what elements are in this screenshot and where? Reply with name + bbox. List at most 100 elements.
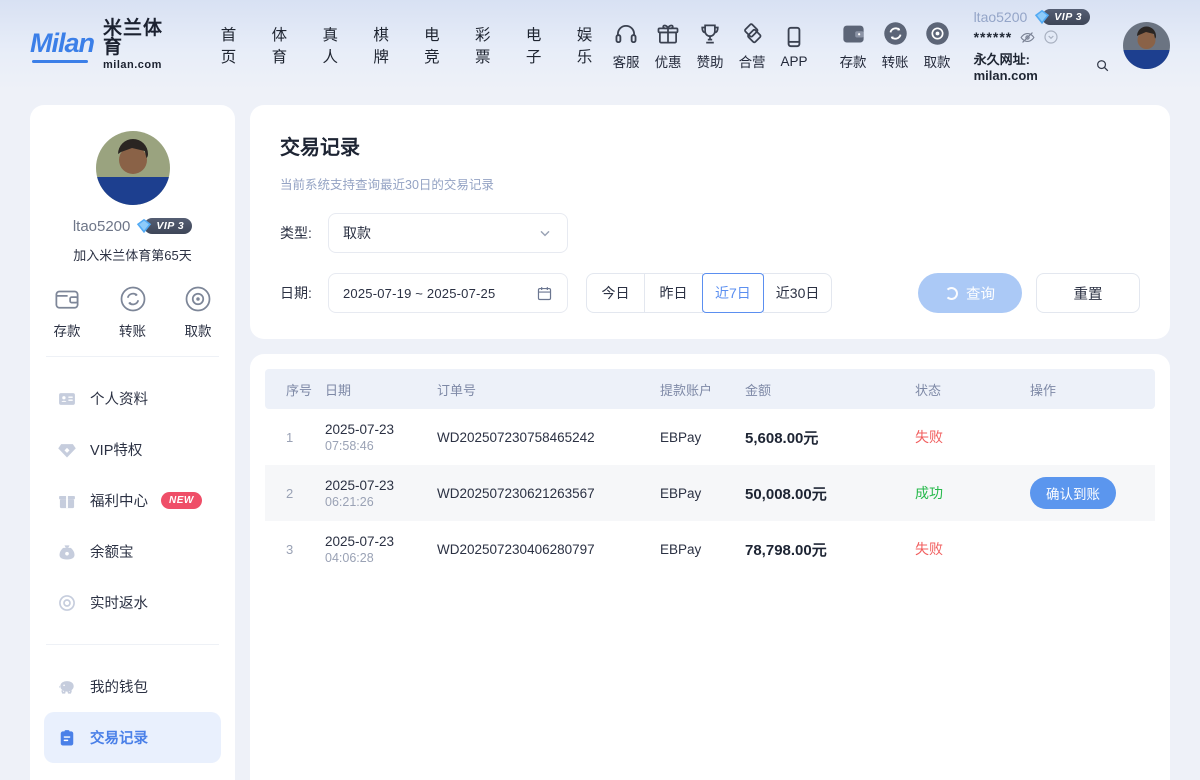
sidebar: ltao5200 VIP 3 加入米兰体育第65天 存款 [30,105,235,780]
transaction-record-icon [57,728,77,748]
permanent-url-label: 永久网址: milan.com [974,49,1092,83]
partner-button[interactable]: 合营 [732,19,773,71]
nav-lottery[interactable]: 彩票 [475,23,504,67]
eye-off-icon[interactable] [1019,29,1036,46]
user-avatar[interactable] [1123,22,1170,69]
sidebar-item-transactions[interactable]: 交易记录 [44,712,221,763]
type-select-value: 取款 [343,223,537,243]
rebate-icon [57,593,77,613]
deposit-shortcut[interactable]: 存款 [52,284,82,340]
profile-avatar[interactable] [96,131,170,205]
user-info: ltao5200 VIP 3 ****** [974,8,1110,83]
reset-button[interactable]: 重置 [1036,273,1140,313]
sidebar-item-welfare[interactable]: 福利中心 NEW [44,475,221,526]
calendar-icon [536,285,553,302]
col-header-amount: 金额 [745,380,915,399]
row-amount: 5,608.00元 [745,427,915,448]
filter-card: 交易记录 当前系统支持查询最近30日的交易记录 类型: 取款 日期: 2025-… [250,105,1170,339]
brand-logo[interactable]: Milan 米兰体育 milan.com [30,19,177,71]
row-account: EBPay [660,486,745,501]
money-bag-icon [57,542,77,562]
row-status: 成功 [915,483,1030,503]
row-status: 失败 [915,539,1030,559]
date-range-input[interactable]: 2025-07-19 ~ 2025-07-25 [328,273,568,313]
nav-esports[interactable]: 电竞 [424,23,453,67]
row-order-no: WD202507230758465242 [437,430,660,445]
vip-diamond-icon [1033,8,1051,26]
col-header-status: 状态 [915,380,1030,399]
sidebar-item-bets[interactable]: 投注记录 [44,763,221,780]
row-status: 失败 [915,427,1030,447]
transfer-outline-icon [118,284,148,314]
table-row: 3 2025-07-23 04:06:28 WD2025072304062807… [265,521,1155,577]
type-filter-row: 类型: 取款 [280,213,1140,253]
row-date: 2025-07-23 [325,533,437,551]
row-date: 2025-07-23 [325,421,437,439]
balance-masked: ****** [974,29,1013,45]
gift-box-icon [57,491,77,511]
date-filter-row: 日期: 2025-07-19 ~ 2025-07-25 今日 昨日 近7日 近3… [280,273,1140,313]
withdraw-filled-icon [924,19,951,47]
quick-last30-button[interactable]: 近30日 [763,273,833,313]
divider [46,644,219,645]
app-button[interactable]: APP [774,22,815,69]
wallet-outline-icon [52,284,82,314]
row-time: 07:58:46 [325,439,437,453]
loading-spinner-icon [945,287,958,300]
nav-home[interactable]: 首页 [221,23,250,67]
row-account: EBPay [660,430,745,445]
sidebar-item-profile[interactable]: 个人资料 [44,373,221,424]
page-body: ltao5200 VIP 3 加入米兰体育第65天 存款 [0,90,1200,780]
sidebar-item-vip[interactable]: VIP特权 [44,424,221,475]
sidebar-item-yuebao[interactable]: 余额宝 [44,526,221,577]
quick-today-button[interactable]: 今日 [586,273,645,313]
brand-name-cn: 米兰体育 [103,19,177,57]
transfer-button[interactable]: 转账 [875,19,916,71]
col-header-order: 订单号 [437,380,660,399]
piggy-bank-icon [57,677,77,697]
nav-live[interactable]: 真人 [322,23,351,67]
gem-icon [57,440,77,460]
vip-badge: VIP 3 [1033,8,1090,26]
page-title: 交易记录 [280,131,1140,160]
col-header-account: 提款账户 [660,380,745,399]
col-header-date: 日期 [325,380,437,399]
search-icon[interactable] [1095,58,1110,73]
row-order-no: WD202507230406280797 [437,542,660,557]
nav-sports[interactable]: 体育 [272,23,301,67]
row-time: 06:21:26 [325,495,437,509]
transfer-shortcut[interactable]: 转账 [118,284,148,340]
row-time: 04:06:28 [325,551,437,565]
quick-last7-button[interactable]: 近7日 [702,273,764,313]
vip-diamond-icon [135,217,153,235]
type-select[interactable]: 取款 [328,213,568,253]
wallet-filled-icon [840,19,867,47]
withdraw-shortcut[interactable]: 取款 [183,284,213,340]
sidebar-item-rebate[interactable]: 实时返水 [44,577,221,628]
query-button[interactable]: 查询 [918,273,1022,313]
brand-logo-script: Milan [30,28,94,63]
withdraw-button[interactable]: 取款 [917,19,958,71]
phone-icon [781,22,807,50]
quick-date-group: 今日 昨日 近7日 近30日 [586,273,832,313]
promo-button[interactable]: 优惠 [648,19,689,71]
profile-vip-badge: VIP 3 [135,217,192,235]
quick-yesterday-button[interactable]: 昨日 [644,273,703,313]
top-actions: 客服 优惠 [606,19,958,71]
sponsor-button[interactable]: 赞助 [690,19,731,71]
date-range-value: 2025-07-19 ~ 2025-07-25 [343,286,536,301]
new-badge: NEW [161,492,202,509]
nav-slots[interactable]: 电子 [526,23,555,67]
service-button[interactable]: 客服 [606,19,647,71]
type-label: 类型: [280,223,328,243]
table-row: 2 2025-07-23 06:21:26 WD2025072306212635… [265,465,1155,521]
nav-entertainment[interactable]: 娱乐 [577,23,606,67]
records-table-card: 序号 日期 订单号 提款账户 金额 状态 操作 1 2025-07-23 07:… [250,354,1170,780]
sidebar-item-wallet[interactable]: 我的钱包 [44,661,221,712]
chevron-circle-icon[interactable] [1043,29,1059,45]
deposit-button[interactable]: 存款 [833,19,874,71]
confirm-receipt-button[interactable]: 确认到账 [1030,477,1116,509]
nav-cards[interactable]: 棋牌 [373,23,402,67]
tags-icon [739,19,765,47]
wallet-shortcuts: 存款 转账 [44,284,221,340]
